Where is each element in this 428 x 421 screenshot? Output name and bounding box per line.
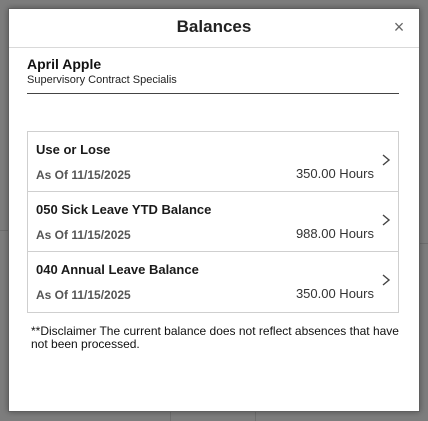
balance-item-annual-leave[interactable]: 040 Annual Leave Balance As Of 11/15/202…	[28, 252, 398, 312]
balance-item-sick-leave[interactable]: 050 Sick Leave YTD Balance As Of 11/15/2…	[28, 192, 398, 252]
employee-job-title: Supervisory Contract Specialis	[27, 74, 177, 86]
balances-list: Use or Lose As Of 11/15/2025 350.00 Hour…	[27, 131, 399, 313]
background-divider	[420, 243, 428, 244]
background-divider	[255, 412, 256, 421]
balance-as-of-date: As Of 11/15/2025	[36, 168, 131, 182]
balance-item-use-or-lose[interactable]: Use or Lose As Of 11/15/2025 350.00 Hour…	[28, 132, 398, 192]
balance-label: 040 Annual Leave Balance	[36, 262, 199, 277]
balance-value: 988.00 Hours	[295, 226, 374, 241]
chevron-right-icon	[382, 274, 391, 286]
balance-label: Use or Lose	[36, 142, 111, 157]
modal-title: Balances	[176, 17, 252, 36]
balance-label: 050 Sick Leave YTD Balance	[36, 202, 212, 217]
background-divider	[170, 412, 171, 421]
balance-as-of-date: As Of 11/15/2025	[36, 228, 131, 242]
balances-modal: Balances × April Apple Supervisory Contr…	[8, 8, 420, 412]
balance-value: 350.00 Hours	[295, 286, 374, 301]
close-button[interactable]: ×	[389, 17, 409, 37]
balance-value: 350.00 Hours	[295, 166, 374, 181]
employee-info: April Apple Supervisory Contract Special…	[27, 56, 399, 94]
employee-name: April Apple	[27, 56, 102, 72]
close-icon: ×	[393, 17, 405, 37]
chevron-right-icon	[382, 154, 391, 166]
disclaimer-text: **Disclaimer The current balance does no…	[31, 324, 399, 351]
chevron-right-icon	[382, 214, 391, 226]
modal-header: Balances ×	[9, 9, 419, 48]
balance-as-of-date: As Of 11/15/2025	[36, 288, 131, 302]
background-divider	[0, 230, 8, 231]
